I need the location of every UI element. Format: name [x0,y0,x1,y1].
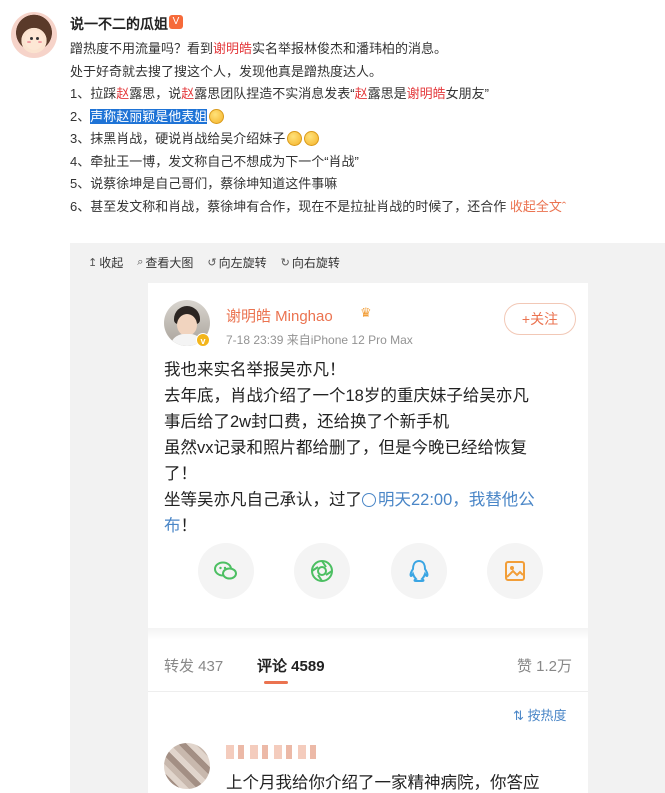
collapse-button[interactable]: ↥ 收起 [88,253,123,271]
clock-icon [362,493,376,507]
card-body: 我也来实名举报吴亦凡！ 去年底，肖战介绍了一个18岁的重庆妹子给吴亦凡 事后给了… [164,357,579,539]
card-body-line: 我也来实名举报吴亦凡！ [164,361,346,379]
card-username: 谢明皓 Minghao [226,308,333,325]
sort-icon: ⇅ [513,708,528,723]
text-span: 露思团队捏造不实消息发表“ [194,86,355,101]
post-text-line: 1、拉踩赵露思，说赵露思团队捏造不实消息发表“赵露思是谢明皓女朋友” [70,83,650,106]
comment-avatar [164,743,210,789]
rotate-left-button[interactable]: ↺ 向左旋转 [207,253,266,271]
text-span: 露思，说 [129,86,182,101]
text-span: 声称赵丽颖是他表姐 [90,108,208,124]
view-large-label: 查看大图 [145,255,194,270]
zoom-icon: ⌕ [137,255,144,268]
rotate-left-icon: ↺ [207,256,217,269]
verified-v-icon: v [196,333,210,347]
tab-comment: 评论 4589 [257,658,325,675]
text-span: 1、拉踩 [70,86,117,101]
topic-link[interactable]: 赵 [355,86,368,101]
emoji-icon [287,131,303,146]
tab-repost: 转发 437 [164,658,224,675]
card-body-line: 虽然vx记录和照片都给删了，但是今晚已经给恢复 [164,439,527,457]
topic-link[interactable]: 谢明皓 [213,41,252,56]
view-large-button[interactable]: ⌕ 查看大图 [137,253,193,271]
post-text-line: 4、牵扯王一博，发文称自己不想成为下一个“肖战” [70,151,650,174]
text-span: 4、牵扯王一博，发文称自己不想成为下一个“肖战” [70,153,359,169]
topic-link[interactable]: 赵 [181,86,194,101]
follow-button: +关注 [504,303,576,335]
tab-likes: 赞 1.2万 [516,658,572,675]
emoji-icon [209,108,225,124]
text-span: 女朋友” [445,86,490,101]
post-text-line: 5、说蔡徐坤是自己哥们，蔡徐坤知道这件事嘛 [70,173,650,196]
text-span: 露思是 [367,86,407,101]
text-span: 5、说蔡徐坤是自己哥们，蔡徐坤知道这件事嘛 [70,176,338,191]
comment-username-blurred [226,745,316,759]
topic-link[interactable]: 谢明皓 [407,86,446,101]
post-text-line: 3、抹黑肖战，硬说肖战给吴介绍妹子 [70,128,650,151]
post-text: 蹭热度不用流量吗？看到谢明皓实名举报林俊杰和潘玮柏的消息。 处于好奇就去搜了搜这个… [70,38,650,218]
share-row [198,543,543,599]
divider [148,628,588,640]
comment-text: 上个月我给你介绍了一家精神病院，你答应 [226,774,540,792]
divider [148,691,588,692]
collapse-full-text-link[interactable]: ˆ [562,199,566,214]
media-viewer: ↥ 收起 ⌕ 查看大图 ↺ 向左旋转 ↻ 向右旋转 v 谢明皓 Minghao ♛ 7-… [70,243,665,793]
text-span: 实名举报林俊杰和潘玮柏的消息。 [252,41,448,56]
username[interactable]: 说一不二的瓜姐 [70,14,168,34]
rotate-right-button[interactable]: ↻ 向右旋转 [281,253,340,271]
wechat-icon [198,543,254,599]
save-image-icon [486,543,543,599]
card-meta: 7-18 23:39 来自iPhone 12 Pro Max [226,333,413,347]
media-toolbar: ↥ 收起 ⌕ 查看大图 ↺ 向左旋转 ↻ 向右旋转 [88,253,340,271]
sort-by-hot: ⇅ 按热度 [513,708,567,723]
text-span: 3、抹黑肖战，硬说肖战给吴介绍妹子 [70,131,286,146]
active-tab-indicator [264,681,288,684]
text-span: 6、甚至发文称和肖战，蔡徐坤有合作，现在不是拉扯肖战的时候了，还合作 [70,198,510,214]
topic-link[interactable]: 赵 [116,86,129,101]
rotate-right-icon: ↻ [280,256,290,269]
card-body-line: 坐等吴亦凡自己承认，过了 明天22:00，我替他公 [164,491,535,509]
verified-badge-icon: V [169,15,183,29]
collapse-full-text-link[interactable]: 收起全文 [510,199,562,214]
card-body-line: 事后给了2w封口费，还给换了个新手机 [164,413,450,431]
qq-icon [390,543,447,599]
screenshot-card[interactable]: v 谢明皓 Minghao ♛ 7-18 23:39 来自iPhone 12 P… [148,283,588,793]
card-body-line: 了！ [164,465,197,483]
crown-icon: ♛ [360,305,372,320]
text-span: 处于好奇就去搜了搜这个人，发现他真是蹭热度达人。 [70,63,383,79]
collapse-icon: ↥ [88,256,98,269]
text-span: 2、 [70,108,91,124]
text-span: 蹭热度不用流量吗？看到 [70,41,214,56]
card-body-line: 去年底，肖战介绍了一个18岁的重庆妹子给吴亦凡 [164,387,529,405]
post-text-line: 蹭热度不用流量吗？看到谢明皓实名举报林俊杰和潘玮柏的消息。 [70,38,650,61]
emoji-icon [304,131,320,146]
user-avatar[interactable] [11,12,57,58]
moments-icon [294,543,351,599]
rotate-right-label: 向右旋转 [291,255,340,270]
collapse-label: 收起 [99,255,124,270]
card-body-line: 布！ [164,517,197,535]
rotate-left-label: 向左旋转 [218,255,267,270]
post-text-line: 6、甚至发文称和肖战，蔡徐坤有合作，现在不是拉扯肖战的时候了，还合作 收起全文ˆ [70,196,650,219]
schedule-link: 明天22:00，我替他公 [362,491,535,509]
post-text-line: 处于好奇就去搜了搜这个人，发现他真是蹭热度达人。 [70,61,650,84]
post-text-line: 2、声称赵丽颖是他表姐 [70,106,650,129]
